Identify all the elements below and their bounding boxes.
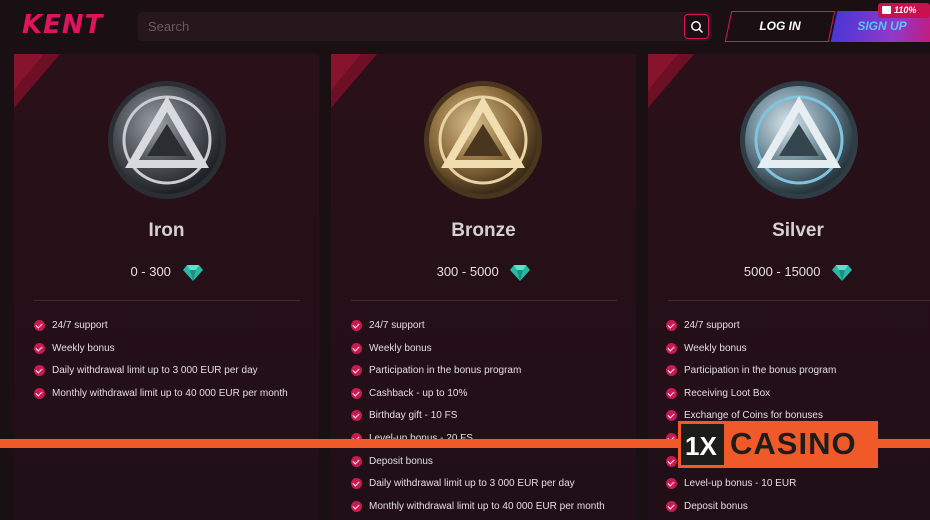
search-icon — [691, 21, 704, 34]
iron-medal-icon — [107, 80, 227, 200]
list-item: Participation in the bonus program — [666, 365, 836, 388]
list-item: Deposit bonus — [351, 455, 605, 479]
tier-range-value: 300 - 5000 — [436, 264, 499, 279]
list-item: Birthday gift - 10 FS — [351, 410, 605, 433]
check-icon — [351, 410, 362, 422]
list-item: Receiving Loot Box — [666, 387, 836, 411]
1x-logo-icon: 1X — [681, 424, 724, 465]
check-icon — [666, 342, 677, 354]
list-item: Monthly withdrawal limit up to 40 000 EU… — [351, 500, 605, 520]
corner-decoration — [14, 54, 60, 108]
check-icon — [666, 478, 677, 490]
divider — [34, 300, 300, 301]
check-icon — [666, 365, 677, 377]
bonus-badge-text: 110% — [894, 5, 917, 15]
list-item: Monthly withdrawal limit up to 40 000 EU… — [34, 387, 288, 411]
check-icon — [351, 342, 362, 354]
corner-decoration — [648, 54, 694, 108]
list-item: Daily withdrawal limit up to 3 000 EUR p… — [351, 478, 605, 501]
list-item: Weekly bonus — [34, 342, 288, 366]
tier-range: 5000 - 15000 — [648, 264, 930, 281]
corner-decoration — [331, 54, 377, 108]
silver-medal-icon — [739, 80, 859, 200]
list-item: Weekly bonus — [351, 342, 605, 366]
login-button[interactable]: LOG IN — [724, 11, 836, 42]
diamond-icon — [182, 264, 203, 281]
kent-logo[interactable]: KENT — [22, 10, 103, 40]
check-icon — [34, 365, 45, 377]
perk-list: 24/7 support Weekly bonus Participation … — [666, 320, 836, 520]
tier-range-value: 5000 - 15000 — [743, 264, 821, 279]
check-icon — [666, 320, 677, 331]
tier-card-iron: Iron 0 - 300 24/7 support Weekly bonus D… — [14, 54, 319, 520]
tier-card-bronze: Bronze 300 - 5000 24/7 support Weekly bo… — [331, 54, 636, 520]
bonus-badge[interactable]: 110% — [878, 3, 930, 18]
check-icon — [666, 455, 677, 467]
perk-list: 24/7 support Weekly bonus Participation … — [351, 320, 605, 520]
gift-icon — [882, 6, 891, 14]
check-icon — [666, 410, 677, 422]
check-icon — [351, 478, 362, 490]
list-item: Daily withdrawal limit up to 3 000 EUR p… — [34, 365, 288, 388]
tier-range: 0 - 300 — [14, 264, 319, 281]
tier-name: Bronze — [451, 220, 516, 241]
perk-list: 24/7 support Weekly bonus Daily withdraw… — [34, 320, 288, 410]
tier-range: 300 - 5000 — [331, 264, 636, 281]
check-icon — [34, 342, 45, 354]
bronze-medal-icon — [423, 80, 543, 200]
list-item: 24/7 support — [666, 320, 836, 343]
diamond-icon — [832, 264, 853, 281]
check-icon — [666, 500, 677, 512]
check-icon — [351, 365, 362, 377]
check-icon — [34, 320, 45, 331]
diamond-icon — [510, 264, 531, 281]
divider — [351, 300, 617, 301]
check-icon — [351, 320, 362, 331]
list-item: Cashback - up to 10% — [351, 387, 605, 411]
watermark-logo-mark: 1X — [685, 431, 717, 461]
tier-name: Iron — [148, 220, 185, 241]
list-item: Deposit bonus — [666, 500, 836, 520]
list-item: 24/7 support — [351, 320, 605, 343]
search-bar[interactable]: Search — [138, 12, 712, 41]
list-item: 24/7 support — [34, 320, 288, 343]
search-input[interactable]: Search — [148, 19, 189, 34]
watermark-badge: 1X CASINO — [678, 421, 878, 468]
check-icon — [666, 387, 677, 399]
tier-name: Silver — [772, 220, 824, 241]
list-item: Participation in the bonus program — [351, 365, 605, 388]
check-icon — [351, 500, 362, 512]
divider — [668, 300, 930, 301]
check-icon — [351, 387, 362, 399]
login-label: LOG IN — [759, 19, 801, 33]
watermark-text: CASINO — [730, 426, 857, 461]
top-bar: KENT Search LOG IN SIGN UP 110% — [0, 0, 930, 54]
search-button[interactable] — [684, 14, 709, 39]
check-icon — [351, 455, 362, 467]
check-icon — [34, 387, 45, 399]
tier-range-value: 0 - 300 — [130, 264, 171, 279]
list-item: Weekly bonus — [666, 342, 836, 366]
list-item: Level-up bonus - 10 EUR — [666, 478, 836, 501]
